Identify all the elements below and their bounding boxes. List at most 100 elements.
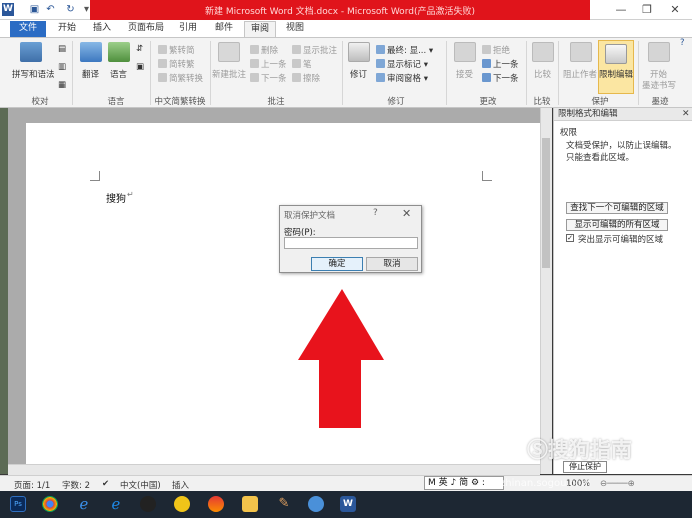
show-markup-button[interactable]: 显示标记 ▾ [376,58,428,70]
tab-home[interactable]: 开始 [52,21,82,37]
document-page[interactable]: 搜狗 ↵ [26,123,540,474]
tab-file[interactable]: 文件 [10,21,46,37]
language-option-icon[interactable]: ⇵ [136,44,143,54]
zoom-slider[interactable]: ⊖────⊕ [600,479,635,489]
spelling-button[interactable]: 拼写和语法 [12,68,55,80]
undo-icon[interactable]: ↶ [44,3,57,16]
reject-button[interactable]: 拒绝 [482,44,510,56]
research-icon[interactable]: ▤ [58,44,66,54]
unprotect-document-dialog: 取消保护文档 ? ✕ 密码(P): 确定 取消 [279,205,422,273]
insert-mode[interactable]: 插入 [172,479,189,491]
to-traditional-button[interactable]: 繁转简 [158,44,195,56]
show-comments-icon [292,45,301,54]
group-tracking: 修订 [387,97,405,107]
document-text[interactable]: 搜狗 [106,190,126,205]
convert-icon [158,73,167,82]
language-status[interactable]: 中文(中国) [120,479,161,491]
word-count-icon[interactable]: ▦ [58,80,66,90]
scroll-thumb[interactable] [542,138,550,268]
next-comment-button[interactable]: 下一条 [250,72,287,84]
cancel-button[interactable]: 取消 [366,257,418,271]
save-icon[interactable]: ▣ [28,3,41,16]
lock-icon [605,44,627,64]
language-icon [108,42,130,62]
maps-icon[interactable] [208,496,224,512]
block-authors-icon [570,42,592,62]
help-icon[interactable]: ? [373,208,378,218]
restrict-editing-label: 限制编辑 [599,70,634,80]
app-icon[interactable] [308,496,324,512]
protection-status-line1: 文档受保护，以防止误编辑。 [566,141,677,151]
tab-view[interactable]: 视图 [280,21,310,37]
tab-references[interactable]: 引用 [172,21,204,37]
delete-comment-button[interactable]: 删除 [250,44,278,56]
edge-icon[interactable]: ℯ [108,496,124,512]
dialog-close-button[interactable]: ✕ [402,207,411,220]
next-change-button[interactable]: 下一条 [482,72,519,84]
folder-icon[interactable] [242,496,258,512]
word-app-icon[interactable]: W [2,3,14,16]
eraser-label: 擦除 [303,74,321,84]
start-inking-label: 墨迹书写 [642,81,677,91]
track-changes-button[interactable]: 修订 [350,68,367,80]
separator [526,41,527,105]
page-count[interactable]: 页面: 1/1 [14,479,50,491]
qq-icon[interactable] [140,496,156,512]
tab-review[interactable]: 审阅 [244,21,276,37]
eraser-button[interactable]: 擦除 [292,72,320,84]
to-simplified-button[interactable]: 简转繁 [158,58,195,70]
paint-brush-icon[interactable]: ✎ [276,496,292,512]
translate-button[interactable]: 翻译 [82,68,99,80]
tab-page-layout[interactable]: 页面布局 [124,21,168,37]
convert-button[interactable]: 简繁转换 [158,72,203,84]
next-label: 下一条 [261,74,287,84]
thesaurus-icon[interactable]: ▥ [58,62,66,72]
highlight-regions-checkbox[interactable]: ✓ [566,234,574,242]
pen-button[interactable]: 笔 [292,58,312,70]
display-for-review-select[interactable]: 最终: 显... ▾ [376,44,433,56]
show-markup-label: 显示标记 [387,60,422,70]
chrome-icon[interactable] [42,496,58,512]
ribbon-help-icon[interactable]: ? [680,38,685,48]
minimize-button[interactable]: — [610,2,632,18]
new-comment-button[interactable]: 新建批注 [212,68,246,80]
pane-close-button[interactable]: ✕ [682,108,690,121]
ie-icon[interactable]: ℯ [76,496,92,512]
watermark: Ⓢ搜狗指南 [527,434,632,464]
restore-button[interactable]: ❐ [636,2,658,18]
accept-icon [454,42,476,62]
to-simplified-label: 简转繁 [169,60,195,70]
ime-toolbar[interactable]: M 英 ♪ 简 ⚙ : [424,476,504,490]
browser-icon[interactable] [174,496,190,512]
block-authors-button[interactable]: 阻止作者 [563,68,597,80]
language-option2-icon[interactable]: ▣ [136,62,144,72]
proofing-status-icon[interactable]: ✔ [102,479,109,489]
redo-icon[interactable]: ↻ [64,3,77,16]
arrow-shape [298,289,384,428]
separator [446,41,447,105]
ok-button[interactable]: 确定 [311,257,363,271]
accept-button[interactable]: 接受 [456,68,473,80]
pen-icon [292,59,301,68]
show-comments-label: 显示批注 [303,46,338,56]
photoshop-icon[interactable]: Ps [10,496,26,512]
group-chinese-conversion: 中文简繁转换 [154,97,206,107]
tab-mailings[interactable]: 邮件 [208,21,240,37]
language-button[interactable]: 语言 [110,68,127,80]
horizontal-scrollbar[interactable] [8,464,540,475]
word-count[interactable]: 字数: 2 [62,479,90,491]
previous-change-button[interactable]: 上一条 [482,58,519,70]
watermark-text: 搜狗指南 [548,438,632,462]
word-taskbar-icon[interactable]: W [340,496,356,512]
tab-insert[interactable]: 插入 [86,21,118,37]
desktop-background [0,108,8,474]
compare-button[interactable]: 比较 [534,68,551,80]
show-all-regions-button[interactable]: 显示可编辑的所有区域 [566,219,668,231]
close-button[interactable]: ✕ [664,2,686,18]
find-next-region-button[interactable]: 查找下一个可编辑的区域 [566,202,668,214]
review-pane-button[interactable]: 审阅窗格 ▾ [376,72,428,84]
password-input[interactable] [284,237,418,249]
show-comments-button[interactable]: 显示批注 [292,44,337,56]
watermark-url: zhinan.sogou.com [500,478,592,489]
previous-comment-button[interactable]: 上一条 [250,58,287,70]
